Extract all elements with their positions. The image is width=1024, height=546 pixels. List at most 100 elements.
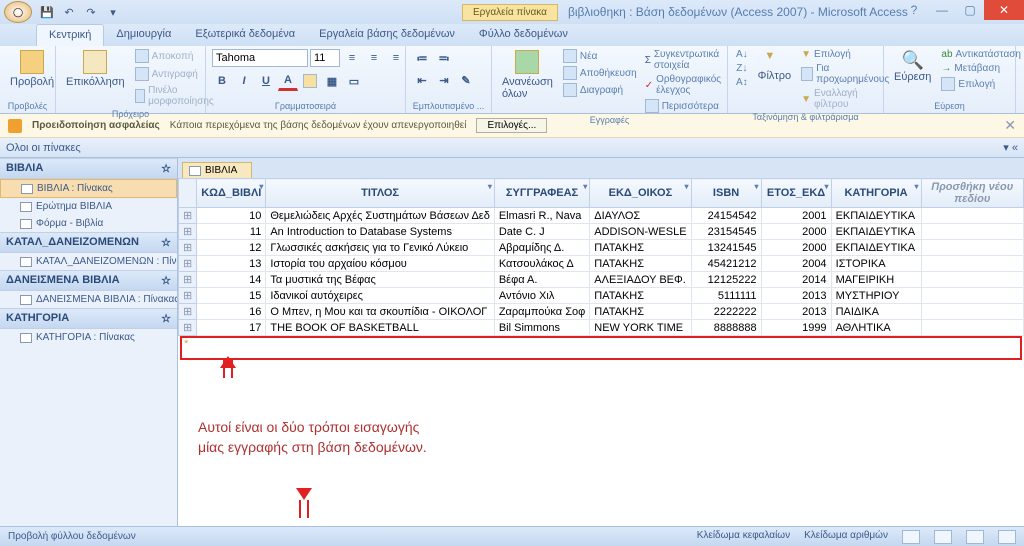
nav-item[interactable]: Φόρμα - Βιβλία (0, 215, 177, 232)
align-center-icon[interactable]: ≡ (364, 48, 384, 68)
nav-item[interactable]: ΚΑΤΗΓΟΡΙΑ : Πίνακας (0, 329, 177, 346)
new-record-button[interactable]: Νέα (561, 48, 639, 64)
clear-sort-button[interactable]: A↕ (734, 76, 750, 89)
nav-group-header[interactable]: ΔΑΝΕΙΣΜΕΝΑ ΒΙΒΛΙΑ☆ (0, 270, 177, 291)
underline-button[interactable]: U (256, 71, 276, 91)
nav-group-header[interactable]: ΚΑΤΗΓΟΡΙΑ☆ (0, 308, 177, 329)
list-number-icon[interactable]: ≕ (434, 48, 454, 68)
goto-button[interactable]: → Μετάβαση (939, 62, 1023, 75)
table-row[interactable]: ⊞17THE BOOK OF BASKETBALLBil SimmonsNEW … (179, 320, 1024, 336)
row-selector[interactable]: ⊞ (179, 320, 197, 336)
table-icon (20, 257, 32, 267)
ribbon-tab-external[interactable]: Εξωτερικά δεδομένα (183, 24, 307, 46)
nav-pane-header[interactable]: Ολοι οι πίνακες ▾ « (0, 138, 1024, 158)
toggle-filter-button[interactable]: ▼ Εναλλαγή φίλτρου (799, 87, 893, 111)
nav-item[interactable]: Ερώτημα ΒΙΒΛΙΑ (0, 198, 177, 215)
align-right-icon[interactable]: ≡ (386, 48, 406, 68)
row-selector[interactable]: ⊞ (179, 240, 197, 256)
fill-color-button[interactable] (300, 71, 320, 91)
row-selector[interactable]: ⊞ (179, 288, 197, 304)
row-selector[interactable]: ⊞ (179, 224, 197, 240)
list-bullet-icon[interactable]: ≔ (412, 48, 432, 68)
table-row[interactable]: ⊞13Ιστορία του αρχαίου κόσμουΚατσουλάκος… (179, 256, 1024, 272)
minimize-button[interactable]: — (928, 0, 956, 20)
filter-button[interactable]: ▼Φίλτρο (754, 48, 795, 84)
table-row[interactable]: ⊞12Γλωσσικές ασκήσεις για το Γενικό Λύκε… (179, 240, 1024, 256)
indent-dec-icon[interactable]: ⇤ (412, 70, 432, 90)
redo-icon[interactable]: ↷ (82, 3, 100, 21)
save-record-button[interactable]: Αποθήκευση (561, 65, 639, 81)
sort-desc-button[interactable]: Z↓ (734, 62, 749, 75)
column-header[interactable]: ΚΩΔ_ΒΙΒΛΙ▾ (197, 179, 266, 208)
help-icon[interactable]: ? (900, 0, 928, 20)
nav-group-header[interactable]: ΒΙΒΛΙΑ☆ (0, 158, 177, 179)
column-header[interactable]: ΕΚΔ_ΟΙΚΟΣ▾ (590, 179, 691, 208)
replace-button[interactable]: ab Αντικατάσταση (939, 48, 1023, 61)
sort-asc-button[interactable]: A↓ (734, 48, 750, 61)
select-button[interactable]: Επιλογή (939, 76, 1023, 92)
nav-item[interactable]: ΚΑΤΑΛ_ΔΑΝΕΙΖΟΜΕΝΩΝ : Πίνα... (0, 253, 177, 270)
view-form-button[interactable] (934, 530, 952, 544)
table-icon (21, 184, 33, 194)
indent-inc-icon[interactable]: ⇥ (434, 70, 454, 90)
ribbon-tab-datasheet[interactable]: Φύλλο δεδομένων (467, 24, 580, 46)
ribbon-tab-home[interactable]: Κεντρική (36, 24, 104, 46)
undo-icon[interactable]: ↶ (60, 3, 78, 21)
refresh-all-button[interactable]: Ανανέωση όλων (498, 48, 557, 102)
add-field-column[interactable]: Προσθήκη νέου πεδίου (921, 179, 1023, 208)
office-button[interactable]: ◯ (4, 1, 32, 23)
view-datasheet-button[interactable] (902, 530, 920, 544)
column-header[interactable]: ISBN▾ (691, 179, 761, 208)
find-button[interactable]: 🔍Εύρεση (890, 48, 935, 85)
selection-filter-button[interactable]: ▼ Επιλογή (799, 48, 893, 61)
bold-button[interactable]: B (212, 71, 232, 91)
navigation-pane: ΒΙΒΛΙΑ☆ΒΙΒΛΙΑ : ΠίνακαςΕρώτημα ΒΙΒΛΙΑΦόρ… (0, 158, 178, 546)
ribbon-tab-dbtools[interactable]: Εργαλεία βάσης δεδομένων (307, 24, 467, 46)
security-options-button[interactable]: Επιλογές... (476, 118, 547, 133)
column-header[interactable]: ΚΑΤΗΓΟΡΙΑ▾ (831, 179, 921, 208)
chevron-down-icon[interactable]: ▾ « (1003, 141, 1018, 154)
table-row[interactable]: ⊞10Θεμελιώδεις Αρχές Συστημάτων Βάσεων Δ… (179, 208, 1024, 224)
row-selector[interactable]: ⊞ (179, 256, 197, 272)
align-left-icon[interactable]: ≡ (342, 48, 362, 68)
font-size-select[interactable] (310, 49, 340, 67)
italic-button[interactable]: I (234, 71, 254, 91)
row-selector[interactable]: ⊞ (179, 304, 197, 320)
row-selector[interactable]: ⊞ (179, 208, 197, 224)
column-header[interactable]: ΣΥΓΓΡΑΦΕΑΣ▾ (494, 179, 589, 208)
paste-button[interactable]: Επικόλληση (62, 48, 129, 90)
more-button[interactable]: Περισσότερα (643, 98, 723, 114)
table-row[interactable]: ⊞15Ιδανικοί αυτόχειρεςΑντόνιο ΧιλΠΑΤΑΚΗΣ… (179, 288, 1024, 304)
chevron-up-icon: ☆ (161, 312, 171, 325)
data-grid[interactable]: ΚΩΔ_ΒΙΒΛΙ▾ΤΙΤΛΟΣ▾ΣΥΓΓΡΑΦΕΑΣ▾ΕΚΔ_ΟΙΚΟΣ▾IS… (178, 178, 1024, 336)
font-color-button[interactable]: A (278, 71, 298, 91)
nav-item[interactable]: ΒΙΒΛΙΑ : Πίνακας (0, 179, 177, 198)
table-row[interactable]: ⊞16Ο Μπεν, η Μου και τα σκουπίδια - ΟΙΚΟ… (179, 304, 1024, 320)
ribbon-tab-create[interactable]: Δημιουργία (104, 24, 183, 46)
table-row[interactable]: ⊞11An Introduction to Database SystemsDa… (179, 224, 1024, 240)
highlight-icon[interactable]: ✎ (456, 70, 476, 90)
maximize-button[interactable]: ▢ (956, 0, 984, 20)
row-selector[interactable]: ⊞ (179, 272, 197, 288)
table-row[interactable]: ⊞14Τα μυστικά της ΒέφαςΒέφα Α.ΑΛΕΞΙΑΔΟΥ … (179, 272, 1024, 288)
totals-button[interactable]: Σ Συγκεντρωτικά στοιχεία (643, 48, 723, 72)
document-tab[interactable]: ΒΙΒΛΙΑ (182, 162, 252, 178)
select-all-cell[interactable] (179, 179, 197, 208)
view-button[interactable]: Προβολή (6, 48, 58, 90)
spelling-button[interactable]: ✓ Ορθογραφικός έλεγχος (643, 73, 723, 97)
nav-group-header[interactable]: ΚΑΤΑΛ_ΔΑΝΕΙΖΟΜΕΝΩΝ☆ (0, 232, 177, 253)
column-header[interactable]: ΤΙΤΛΟΣ▾ (266, 179, 494, 208)
close-message-icon[interactable]: ✕ (1004, 117, 1016, 134)
view-design-button[interactable] (998, 530, 1016, 544)
column-header[interactable]: ΕΤΟΣ_ΕΚΔ▾ (761, 179, 831, 208)
gridlines-button[interactable]: ▦ (322, 71, 342, 91)
advanced-filter-button[interactable]: Για προχωρημένους (799, 62, 893, 86)
delete-record-button[interactable]: Διαγραφή (561, 82, 639, 98)
save-icon[interactable]: 💾 (38, 3, 56, 21)
alt-fill-button[interactable]: ▭ (344, 71, 364, 91)
font-name-select[interactable] (212, 49, 308, 67)
view-layout-button[interactable] (966, 530, 984, 544)
nav-item[interactable]: ΔΑΝΕΙΣΜΕΝΑ ΒΙΒΛΙΑ : Πίνακας (0, 291, 177, 308)
close-button[interactable]: ✕ (984, 0, 1024, 20)
qat-dropdown-icon[interactable]: ▾ (104, 3, 122, 21)
